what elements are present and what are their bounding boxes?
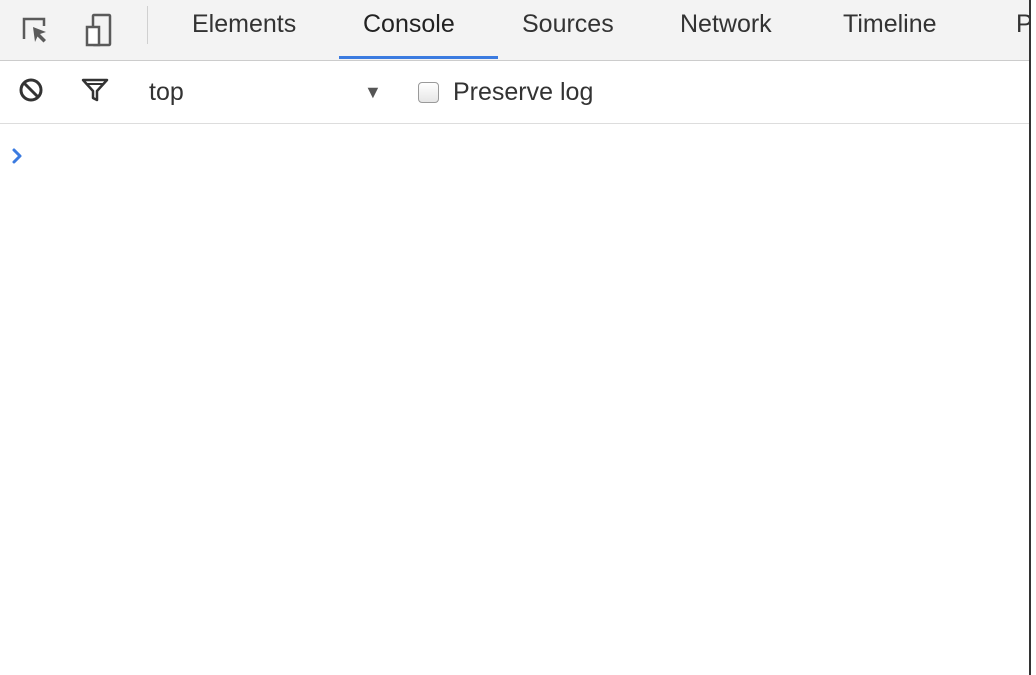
dropdown-arrow-icon: ▼ [364,82,382,102]
preserve-log-option[interactable]: Preserve log [418,61,593,123]
inspect-element-button[interactable] [12,0,58,60]
execution-context-select[interactable]: top ▼ [138,61,388,123]
console-messages-area[interactable] [0,124,1029,675]
clear-console-button[interactable] [11,61,51,123]
filter-icon [81,77,109,108]
console-toolbar: top ▼ Preserve log [0,61,1029,124]
execution-context-value: top [149,78,184,106]
devtools-tab-bar: Elements Console Sources Network Timelin… [0,0,1029,61]
filter-button[interactable] [75,61,115,123]
tab-timeline[interactable]: Timeline [819,0,961,59]
inspect-element-icon [21,16,49,44]
tab-network[interactable]: Network [656,0,796,59]
preserve-log-checkbox[interactable] [418,81,439,103]
devtools-panel: Elements Console Sources Network Timelin… [0,0,1031,675]
prompt-chevron-icon [10,144,34,168]
clear-console-icon [18,77,44,108]
tab-elements[interactable]: Elements [168,0,320,59]
preserve-log-label: Preserve log [453,77,594,106]
tab-profiles-truncated[interactable]: Pr [992,0,1029,59]
console-prompt-input[interactable] [40,142,1000,170]
device-mode-button[interactable] [76,0,122,60]
tab-sources[interactable]: Sources [498,0,638,59]
device-mode-icon [84,13,114,47]
tab-divider [147,6,148,44]
tab-console[interactable]: Console [339,0,498,59]
